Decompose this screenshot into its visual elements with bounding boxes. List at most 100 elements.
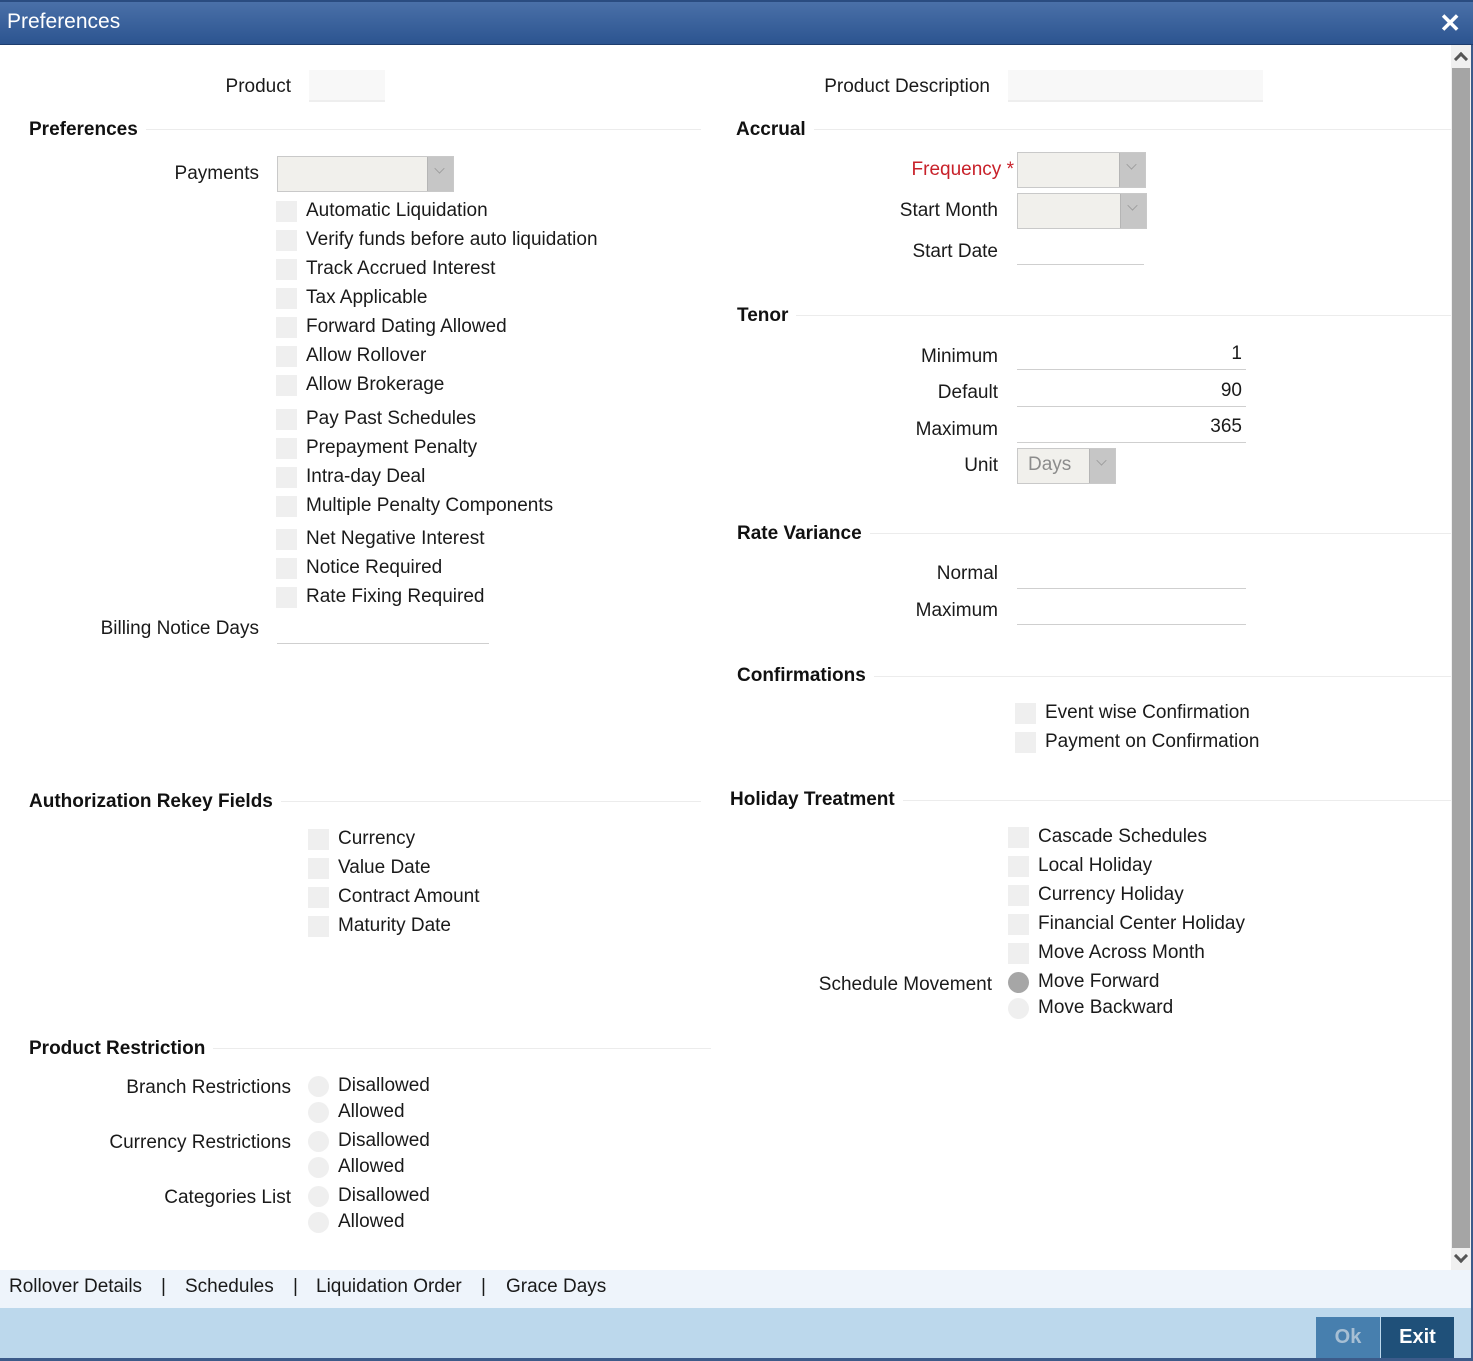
tenor-maximum-input[interactable] bbox=[1017, 411, 1246, 443]
restriction-option[interactable]: Disallowed bbox=[308, 1074, 430, 1098]
scroll-down-icon[interactable] bbox=[1451, 1248, 1471, 1270]
tenor-default-input[interactable] bbox=[1017, 375, 1246, 407]
checkbox[interactable] bbox=[1008, 884, 1029, 906]
preference-row[interactable]: Prepayment Penalty bbox=[276, 436, 477, 460]
checkbox[interactable] bbox=[308, 915, 329, 937]
checkbox-label: Financial Center Holiday bbox=[1038, 913, 1245, 934]
checkbox[interactable] bbox=[1008, 826, 1029, 848]
holiday-row[interactable]: Cascade Schedules bbox=[1008, 825, 1207, 849]
scrollbar-thumb[interactable] bbox=[1452, 68, 1470, 1248]
holiday-row[interactable]: Move Across Month bbox=[1008, 941, 1205, 965]
tab-rollover-details[interactable]: Rollover Details bbox=[9, 1276, 142, 1298]
product-description-field[interactable] bbox=[1008, 70, 1263, 102]
checkbox[interactable] bbox=[308, 886, 329, 908]
preference-row[interactable]: Multiple Penalty Components bbox=[276, 494, 553, 518]
checkbox[interactable] bbox=[308, 857, 329, 879]
tenor-minimum-input[interactable] bbox=[1017, 338, 1246, 370]
restriction-option[interactable]: Allowed bbox=[308, 1155, 405, 1179]
checkbox[interactable] bbox=[276, 287, 297, 309]
preference-row[interactable]: Allow Brokerage bbox=[276, 373, 444, 397]
tab-grace-days[interactable]: Grace Days bbox=[506, 1276, 606, 1298]
start-month-label: Start Month bbox=[899, 200, 998, 221]
preference-row[interactable]: Pay Past Schedules bbox=[276, 407, 476, 431]
radio-button[interactable] bbox=[308, 1211, 329, 1233]
tenor-unit-select[interactable]: Days bbox=[1017, 448, 1116, 484]
checkbox[interactable] bbox=[276, 437, 297, 459]
tenor-unit-label: Unit bbox=[964, 455, 998, 476]
restriction-option[interactable]: Disallowed bbox=[308, 1129, 430, 1153]
checkbox[interactable] bbox=[276, 495, 297, 517]
close-icon[interactable]: ✕ bbox=[1439, 8, 1461, 38]
preference-row[interactable]: Rate Fixing Required bbox=[276, 585, 484, 609]
checkbox[interactable] bbox=[1008, 913, 1029, 935]
checkbox[interactable] bbox=[276, 229, 297, 251]
product-field[interactable] bbox=[309, 70, 385, 102]
rekey-field-row[interactable]: Value Date bbox=[308, 856, 431, 880]
preference-row[interactable]: Forward Dating Allowed bbox=[276, 315, 507, 339]
checkbox[interactable] bbox=[276, 258, 297, 280]
checkbox[interactable] bbox=[1015, 731, 1036, 753]
preference-row[interactable]: Net Negative Interest bbox=[276, 527, 484, 551]
preference-row[interactable]: Intra-day Deal bbox=[276, 465, 425, 489]
checkbox[interactable] bbox=[276, 316, 297, 338]
rekey-field-row[interactable]: Currency bbox=[308, 827, 415, 851]
checkbox[interactable] bbox=[1008, 942, 1029, 964]
checkbox[interactable] bbox=[1008, 855, 1029, 877]
preference-row[interactable]: Allow Rollover bbox=[276, 344, 426, 368]
vertical-scrollbar[interactable] bbox=[1451, 45, 1471, 1270]
checkbox[interactable] bbox=[276, 374, 297, 396]
preference-row[interactable]: Notice Required bbox=[276, 556, 442, 580]
holiday-row[interactable]: Local Holiday bbox=[1008, 854, 1152, 878]
radio-button[interactable] bbox=[308, 1130, 329, 1152]
preference-row[interactable]: Tax Applicable bbox=[276, 286, 427, 310]
ok-button[interactable]: Ok bbox=[1316, 1317, 1380, 1358]
checkbox-label: Pay Past Schedules bbox=[306, 408, 477, 429]
tab-liquidation-order[interactable]: Liquidation Order bbox=[316, 1276, 462, 1298]
payments-select[interactable] bbox=[277, 156, 454, 192]
checkbox[interactable] bbox=[276, 408, 297, 430]
rate-variance-maximum-input[interactable] bbox=[1017, 593, 1246, 625]
confirmation-row[interactable]: Payment on Confirmation bbox=[1015, 730, 1259, 754]
billing-notice-days-input[interactable] bbox=[277, 613, 489, 644]
checkbox[interactable] bbox=[276, 200, 297, 222]
checkbox-label: Rate Fixing Required bbox=[306, 586, 485, 607]
checkbox[interactable] bbox=[276, 586, 297, 608]
holiday-row[interactable]: Financial Center Holiday bbox=[1008, 912, 1245, 936]
checkbox[interactable] bbox=[276, 528, 297, 550]
radio-button[interactable] bbox=[1008, 997, 1029, 1019]
chevron-down-icon[interactable] bbox=[1119, 153, 1145, 187]
start-month-select[interactable] bbox=[1017, 193, 1147, 229]
frequency-select[interactable] bbox=[1017, 152, 1146, 188]
restriction-option[interactable]: Disallowed bbox=[308, 1184, 430, 1208]
chevron-down-icon[interactable] bbox=[427, 157, 453, 191]
start-date-input[interactable] bbox=[1017, 234, 1144, 265]
rekey-field-row[interactable]: Maturity Date bbox=[308, 914, 451, 938]
checkbox[interactable] bbox=[276, 466, 297, 488]
tab-schedules[interactable]: Schedules bbox=[185, 1276, 274, 1298]
restriction-option[interactable]: Allowed bbox=[308, 1210, 405, 1234]
holiday-row[interactable]: Currency Holiday bbox=[1008, 883, 1184, 907]
radio-button[interactable] bbox=[308, 1185, 329, 1207]
preference-row[interactable]: Verify funds before auto liquidation bbox=[276, 228, 598, 252]
rate-variance-normal-input[interactable] bbox=[1017, 557, 1246, 589]
preference-row[interactable]: Automatic Liquidation bbox=[276, 199, 488, 223]
radio-button[interactable] bbox=[308, 1101, 329, 1123]
radio-button[interactable] bbox=[308, 1075, 329, 1097]
restriction-option[interactable]: Allowed bbox=[308, 1100, 405, 1124]
scroll-up-icon[interactable] bbox=[1451, 45, 1471, 67]
radio-button[interactable] bbox=[1008, 971, 1029, 993]
chevron-down-icon[interactable] bbox=[1120, 194, 1146, 228]
schedule-movement-option[interactable]: Move Backward bbox=[1008, 996, 1173, 1020]
checkbox[interactable] bbox=[276, 345, 297, 367]
exit-button[interactable]: Exit bbox=[1381, 1317, 1454, 1358]
radio-button[interactable] bbox=[308, 1156, 329, 1178]
checkbox[interactable] bbox=[308, 828, 329, 850]
checkbox[interactable] bbox=[276, 557, 297, 579]
radio-label: Allowed bbox=[338, 1211, 405, 1232]
confirmation-row[interactable]: Event wise Confirmation bbox=[1015, 701, 1250, 725]
chevron-down-icon[interactable] bbox=[1089, 449, 1115, 483]
schedule-movement-option[interactable]: Move Forward bbox=[1008, 970, 1159, 994]
preference-row[interactable]: Track Accrued Interest bbox=[276, 257, 495, 281]
checkbox[interactable] bbox=[1015, 702, 1036, 724]
rekey-field-row[interactable]: Contract Amount bbox=[308, 885, 480, 909]
